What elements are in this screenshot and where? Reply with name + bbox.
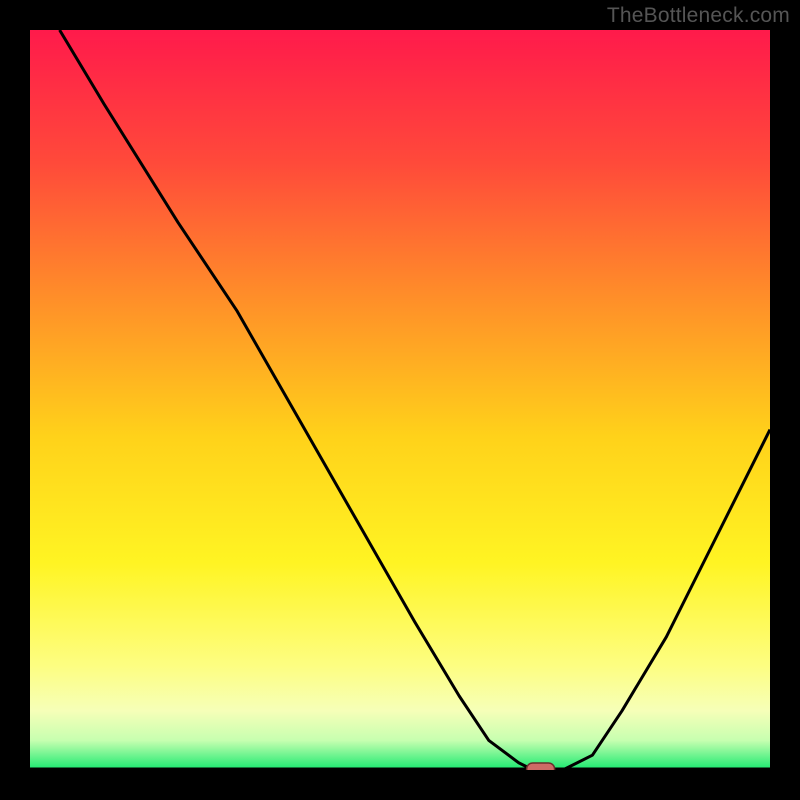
bottleneck-chart	[30, 30, 770, 770]
gradient-background	[30, 30, 770, 770]
watermark-text: TheBottleneck.com	[607, 4, 790, 28]
chart-container: TheBottleneck.com	[0, 0, 800, 800]
chart-svg	[30, 30, 770, 770]
optimal-point-marker	[527, 763, 555, 770]
